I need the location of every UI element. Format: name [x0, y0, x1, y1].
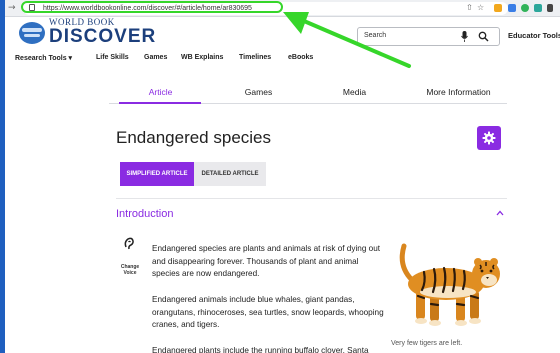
nav-games[interactable]: Games — [144, 54, 167, 61]
image-caption: Very few tigers are left. — [391, 340, 463, 347]
section-title-introduction[interactable]: Introduction — [116, 208, 173, 220]
chevron-up-icon[interactable] — [496, 210, 504, 216]
nav-wb-explains[interactable]: WB Explains — [181, 54, 223, 61]
paragraph: Endangered animals include blue whales, … — [152, 295, 384, 329]
article-tabs: Article Games Media More Information — [109, 78, 507, 104]
back-arrow-icon[interactable]: → — [8, 3, 16, 13]
section-divider — [116, 198, 507, 199]
tiger-illustration[interactable] — [390, 232, 508, 332]
educator-tools-link[interactable]: Educator Tools — [508, 31, 560, 40]
nav-research-tools[interactable]: Research Tools ▾ — [15, 54, 72, 62]
detailed-article-button[interactable]: DETAILED ARTICLE — [194, 162, 266, 186]
settings-button[interactable] — [477, 126, 501, 150]
tab-games[interactable]: Games — [209, 87, 308, 97]
puzzle-icon[interactable] — [547, 4, 553, 12]
nav-life-skills[interactable]: Life Skills — [96, 54, 129, 61]
share-icon[interactable]: ⇧ — [466, 3, 473, 12]
world-book-globe-icon[interactable] — [19, 22, 45, 44]
tab-article[interactable]: Article — [111, 87, 210, 97]
extension-icon[interactable] — [494, 4, 502, 12]
page-title: Endangered species — [116, 128, 272, 147]
extension-icon[interactable] — [521, 4, 529, 12]
tab-more-information[interactable]: More Information — [409, 87, 508, 97]
gear-icon — [482, 131, 496, 145]
tab-media[interactable]: Media — [305, 87, 404, 97]
url-highlight-annotation — [21, 1, 283, 13]
bookmark-star-icon[interactable]: ☆ — [477, 3, 484, 12]
paragraph: Endangered species are plants and animal… — [152, 244, 381, 278]
extension-icon[interactable] — [534, 4, 542, 12]
search-icon[interactable] — [478, 31, 489, 42]
voice-ear-icon[interactable] — [123, 237, 135, 251]
change-voice-label[interactable]: Change Voice — [117, 264, 143, 276]
active-tab-indicator — [119, 102, 201, 104]
logo-discover[interactable]: DISCOVER — [49, 26, 156, 48]
microphone-icon[interactable] — [461, 31, 468, 42]
extension-icon[interactable] — [508, 4, 516, 12]
browser-window: → https://www.worldbookonline.com/discov… — [5, 0, 560, 353]
paragraph: Endangered plants include the running bu… — [152, 346, 369, 353]
nav-timelines[interactable]: Timelines — [239, 54, 271, 61]
annotation-arrow — [283, 12, 411, 68]
simplified-article-button[interactable]: SIMPLIFIED ARTICLE — [120, 162, 194, 186]
